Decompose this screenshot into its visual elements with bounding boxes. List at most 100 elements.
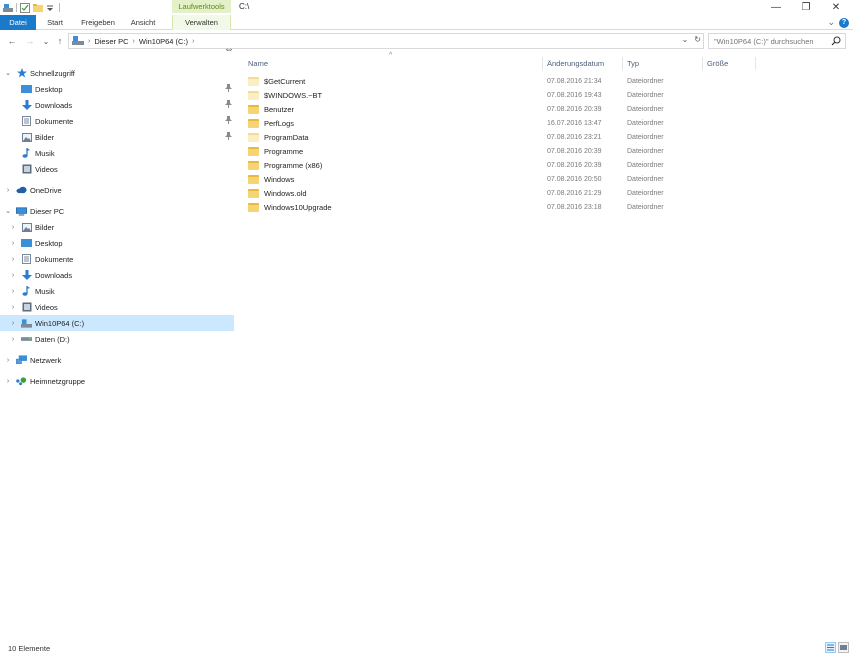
tree-item-pc-musik[interactable]: › Musik xyxy=(0,283,234,299)
tab-datei[interactable]: Datei xyxy=(0,15,36,30)
file-date: 07.08.2016 23:18 xyxy=(547,203,602,211)
chevron-right-icon[interactable]: › xyxy=(192,38,194,45)
expand-arrow-icon[interactable]: › xyxy=(9,304,17,311)
file-name-cell: Windows xyxy=(248,172,294,186)
video-icon xyxy=(21,164,32,174)
expand-ribbon-button[interactable]: ⌄ xyxy=(827,17,835,28)
navigation-bar: ← → ⌄ ↑ › Dieser PC › Win10P64 (C:) › ⌄ … xyxy=(0,32,853,51)
expand-arrow-icon[interactable]: › xyxy=(9,336,17,343)
table-row[interactable]: Windows 07.08.2016 20:50 Dateiordner xyxy=(244,172,849,186)
quick-access-toolbar xyxy=(3,2,60,13)
up-button[interactable]: ↑ xyxy=(54,34,66,48)
expand-arrow-icon[interactable]: › xyxy=(9,224,17,231)
cloud-icon xyxy=(16,185,27,195)
tree-item-label: Musik xyxy=(35,286,55,296)
item-count: 10 Elemente xyxy=(8,644,51,653)
new-folder-icon[interactable] xyxy=(33,3,43,13)
address-dropdown-button[interactable]: ⌄ xyxy=(682,35,689,44)
breadcrumb-drive-c[interactable]: Win10P64 (C:) xyxy=(139,37,188,46)
expand-arrow-icon[interactable]: › xyxy=(9,240,17,247)
tree-item-netzwerk[interactable]: › Netzwerk xyxy=(0,352,234,368)
back-button[interactable]: ← xyxy=(6,34,18,48)
search-input[interactable] xyxy=(714,36,832,46)
refresh-button[interactable]: ↻ xyxy=(694,35,701,44)
expand-arrow-icon[interactable]: › xyxy=(9,272,17,279)
tab-verwalten[interactable]: Verwalten xyxy=(172,15,231,30)
table-row[interactable]: $GetCurrent 07.08.2016 21:34 Dateiordner xyxy=(244,74,849,88)
pin-icon[interactable] xyxy=(225,84,232,94)
help-icon[interactable]: ? xyxy=(839,17,849,28)
table-row[interactable]: PerfLogs 16.07.2016 13:47 Dateiordner xyxy=(244,116,849,130)
large-icons-view-icon[interactable] xyxy=(838,642,849,653)
details-view-icon[interactable] xyxy=(825,642,836,653)
file-name: Benutzer xyxy=(264,104,295,114)
restore-button[interactable]: ❐ xyxy=(791,0,821,14)
table-row[interactable]: $WINDOWS.~BT 07.08.2016 19:43 Dateiordne… xyxy=(244,88,849,102)
download-arrow-icon xyxy=(21,270,32,280)
table-row[interactable]: ProgramData 07.08.2016 23:21 Dateiordner xyxy=(244,130,849,144)
table-row[interactable]: Windows10Upgrade 07.08.2016 23:18 Dateio… xyxy=(244,200,849,214)
column-header-name[interactable]: Name xyxy=(244,57,543,70)
chevron-right-icon[interactable]: › xyxy=(133,38,135,45)
homegroup-icon xyxy=(16,376,27,386)
column-header-type[interactable]: Typ xyxy=(623,57,703,70)
tree-item-desktop[interactable]: Desktop xyxy=(0,81,234,97)
properties-icon[interactable] xyxy=(20,2,30,13)
column-header-date[interactable]: Änderungsdatum xyxy=(543,57,623,70)
tree-item-bilder[interactable]: Bilder xyxy=(0,129,234,145)
customize-toolbar-icon[interactable] xyxy=(46,3,56,13)
tree-item-dokumente[interactable]: Dokumente xyxy=(0,113,234,129)
table-row[interactable]: Programme (x86) 07.08.2016 20:39 Dateior… xyxy=(244,158,849,172)
table-row[interactable]: Programme 07.08.2016 20:39 Dateiordner xyxy=(244,144,849,158)
expand-arrow-icon[interactable]: › xyxy=(9,320,17,327)
file-name-cell: ProgramData xyxy=(248,130,309,144)
forward-button[interactable]: → xyxy=(24,34,36,48)
recent-locations-button[interactable]: ⌄ xyxy=(40,34,52,48)
file-name: Windows.old xyxy=(264,188,307,198)
tree-item-drive-d[interactable]: › Daten (D:) xyxy=(0,331,234,347)
breadcrumb-dieser-pc[interactable]: Dieser PC xyxy=(94,37,128,46)
drive-icon[interactable] xyxy=(3,3,13,13)
tree-item-heimnetzgruppe[interactable]: › Heimnetzgruppe xyxy=(0,373,234,389)
navigation-pane: ⌄ Schnellzugriff Desktop Downloads Dokum… xyxy=(0,60,235,640)
tree-item-label: Videos xyxy=(35,164,58,174)
search-box[interactable] xyxy=(708,33,846,49)
pin-icon[interactable] xyxy=(225,132,232,142)
expand-arrow-icon[interactable]: › xyxy=(4,187,12,194)
tree-item-label: Musik xyxy=(35,148,55,158)
tree-item-pc-bilder[interactable]: › Bilder xyxy=(0,219,234,235)
tree-item-drive-c[interactable]: › Win10P64 (C:) xyxy=(0,315,234,331)
table-row[interactable]: Benutzer 07.08.2016 20:39 Dateiordner xyxy=(244,102,849,116)
pin-icon[interactable] xyxy=(225,116,232,126)
collapse-arrow-icon[interactable]: ⌄ xyxy=(4,207,12,215)
desktop-icon xyxy=(21,84,32,94)
table-row[interactable]: Windows.old 07.08.2016 21:29 Dateiordner xyxy=(244,186,849,200)
folder-icon xyxy=(248,90,259,100)
collapse-arrow-icon[interactable]: ⌄ xyxy=(4,69,12,77)
tree-item-dieser-pc[interactable]: ⌄ Dieser PC xyxy=(0,203,234,219)
address-bar[interactable]: › Dieser PC › Win10P64 (C:) › ⌄ ↻ xyxy=(68,33,704,49)
expand-arrow-icon[interactable]: › xyxy=(4,378,12,385)
tree-item-downloads[interactable]: Downloads xyxy=(0,97,234,113)
tree-item-pc-dokumente[interactable]: › Dokumente xyxy=(0,251,234,267)
tab-start[interactable]: Start xyxy=(40,15,70,30)
file-type: Dateiordner xyxy=(627,91,664,99)
column-header-size[interactable]: Größe xyxy=(703,57,756,70)
expand-arrow-icon[interactable]: › xyxy=(4,357,12,364)
search-icon[interactable] xyxy=(831,36,841,46)
tab-ansicht[interactable]: Ansicht xyxy=(124,15,162,30)
expand-arrow-icon[interactable]: › xyxy=(9,256,17,263)
tree-item-onedrive[interactable]: › OneDrive xyxy=(0,182,234,198)
expand-arrow-icon[interactable]: › xyxy=(9,288,17,295)
tree-item-pc-desktop[interactable]: › Desktop xyxy=(0,235,234,251)
tree-item-pc-downloads[interactable]: › Downloads xyxy=(0,267,234,283)
tree-item-videos[interactable]: Videos xyxy=(0,161,234,177)
tab-freigeben[interactable]: Freigeben xyxy=(76,15,120,30)
file-type: Dateiordner xyxy=(627,105,664,113)
tree-item-schnellzugriff[interactable]: ⌄ Schnellzugriff xyxy=(0,65,234,81)
pin-icon[interactable] xyxy=(225,100,232,110)
tree-item-pc-videos[interactable]: › Videos xyxy=(0,299,234,315)
close-button[interactable]: ✕ xyxy=(821,0,851,14)
tree-item-musik[interactable]: Musik xyxy=(0,145,234,161)
minimize-button[interactable]: — xyxy=(761,0,791,14)
